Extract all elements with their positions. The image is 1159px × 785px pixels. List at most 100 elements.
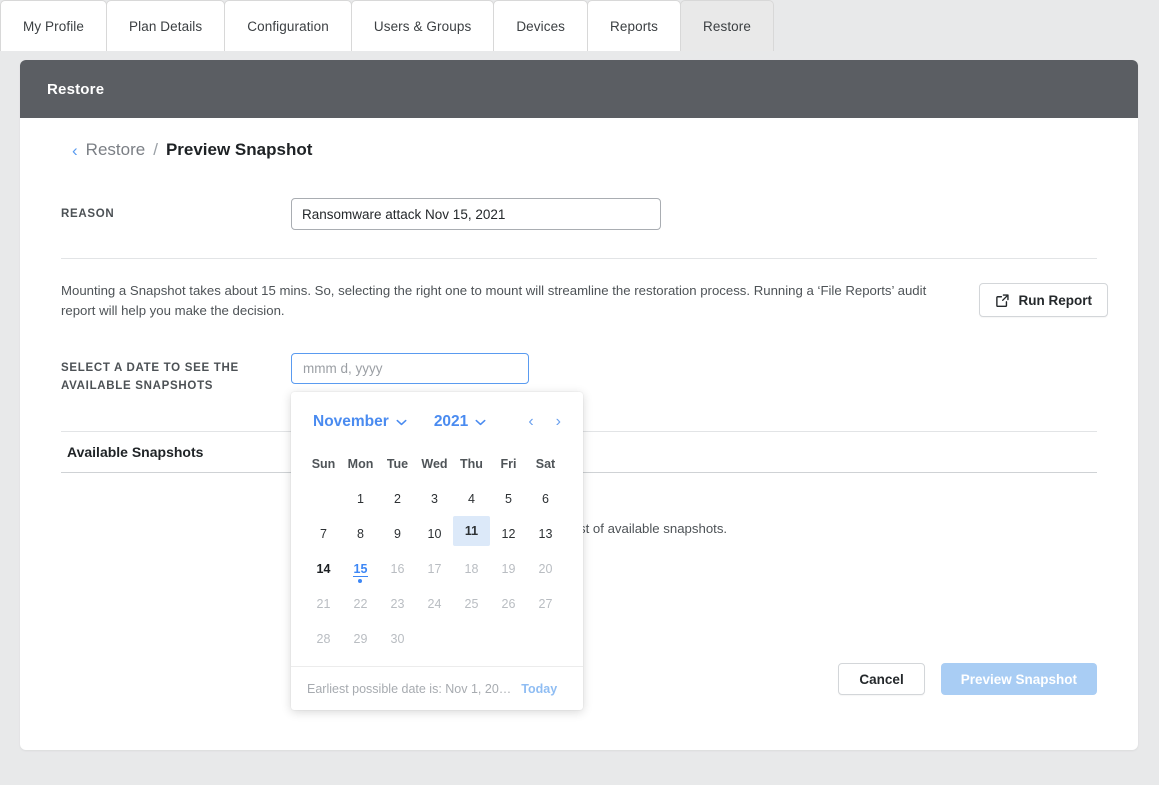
card-body: ‹ Restore / Preview Snapshot REASON Moun… — [20, 118, 1138, 536]
tab-label: Reports — [610, 19, 658, 34]
calendar-day-label: 18 — [465, 562, 479, 576]
chevron-left-icon[interactable]: ‹ — [72, 142, 78, 159]
calendar-day[interactable]: 12 — [490, 516, 527, 551]
calendar-dow-sat: Sat — [527, 446, 564, 481]
reason-row: REASON — [50, 198, 1108, 230]
calendar-day-label: 5 — [505, 492, 512, 506]
calendar-day-label: 29 — [354, 632, 368, 646]
calendar-month-dropdown[interactable]: November — [313, 413, 407, 431]
tab-users-groups[interactable]: Users & Groups — [351, 0, 494, 51]
info-text: Mounting a Snapshot takes about 15 mins.… — [61, 281, 961, 321]
calendar-day-label: 3 — [431, 492, 438, 506]
chevron-down-icon — [475, 419, 486, 426]
date-row: SELECT A DATE TO SEE THE AVAILABLE SNAPS… — [50, 353, 1108, 395]
calendar-day-label: 1 — [357, 492, 364, 506]
calendar-week-row: 28 29 30 — [305, 621, 569, 656]
calendar-day: 21 — [305, 586, 342, 621]
today-dot-marker — [358, 579, 362, 583]
calendar-day[interactable]: 4 — [453, 481, 490, 516]
tab-plan-details[interactable]: Plan Details — [106, 0, 225, 51]
tab-restore[interactable]: Restore — [680, 0, 774, 51]
tab-label: Devices — [516, 19, 565, 34]
date-picker-popup: November 2021 ‹ — [291, 392, 583, 710]
preview-snapshot-button[interactable]: Preview Snapshot — [941, 663, 1097, 695]
calendar-day[interactable]: 11 — [453, 516, 490, 546]
calendar-day: 17 — [416, 551, 453, 586]
tab-label: Configuration — [247, 19, 329, 34]
calendar-day-label: 20 — [539, 562, 553, 576]
calendar-day-label: 14 — [317, 562, 331, 576]
calendar-earliest-date-text: Earliest possible date is: Nov 1, 20… — [307, 682, 511, 696]
calendar-day-empty — [527, 621, 564, 656]
calendar-prev-month-icon[interactable]: ‹ — [528, 414, 533, 430]
calendar-week-row: 7 89 10 11 12 13 — [305, 516, 569, 551]
run-report-label: Run Report — [1019, 293, 1093, 308]
calendar-day-label: 27 — [539, 597, 553, 611]
calendar-day: 18 — [453, 551, 490, 586]
date-input-wrap: November 2021 ‹ — [291, 353, 529, 384]
calendar-dow-wed: Wed — [416, 446, 453, 481]
calendar-day[interactable]: 7 — [305, 516, 342, 551]
calendar-day-label: 7 — [320, 527, 327, 541]
calendar-day: 26 — [490, 586, 527, 621]
calendar-day-empty — [416, 621, 453, 656]
date-field-label: SELECT A DATE TO SEE THE AVAILABLE SNAPS… — [61, 353, 291, 395]
calendar-dow-sun: Sun — [305, 446, 342, 481]
calendar-day[interactable]: 8 — [342, 516, 379, 551]
tab-reports[interactable]: Reports — [587, 0, 681, 51]
calendar-today-link[interactable]: Today — [521, 682, 557, 696]
calendar-day-label: 4 — [468, 492, 475, 506]
calendar-dow-mon: Mon — [342, 446, 379, 481]
tab-label: Restore — [703, 19, 751, 34]
calendar-day[interactable]: 3 — [416, 481, 453, 516]
calendar-day[interactable]: 9 — [379, 516, 416, 551]
calendar-day[interactable]: 14 — [305, 551, 342, 586]
calendar-day[interactable]: 13 — [527, 516, 564, 551]
tab-devices[interactable]: Devices — [493, 0, 588, 51]
calendar-day-label: 2 — [394, 492, 401, 506]
calendar-day-label: 12 — [502, 527, 516, 541]
calendar-day: 27 — [527, 586, 564, 621]
calendar-dow-thu: Thu — [453, 446, 490, 481]
calendar-day-label: 22 — [354, 597, 368, 611]
reason-input[interactable] — [291, 198, 661, 230]
calendar-day-label: 17 — [428, 562, 442, 576]
calendar-day-label: 10 — [428, 527, 442, 541]
calendar-day: 24 — [416, 586, 453, 621]
calendar-day: 19 — [490, 551, 527, 586]
calendar-dow-fri: Fri — [490, 446, 527, 481]
calendar-day: 29 — [342, 621, 379, 656]
chevron-down-icon — [396, 419, 407, 426]
calendar-day-label: 19 — [502, 562, 516, 576]
calendar-day-label: 16 — [391, 562, 405, 576]
tab-label: Plan Details — [129, 19, 202, 34]
calendar-week-row: 1 2 3 4 5 6 — [305, 481, 569, 516]
calendar-day: 16 — [379, 551, 416, 586]
calendar-day[interactable]: 15 — [342, 551, 379, 586]
calendar-year-label: 2021 — [434, 413, 468, 431]
date-input[interactable] — [291, 353, 529, 384]
calendar-year-dropdown[interactable]: 2021 — [434, 413, 486, 431]
calendar-day-label: 21 — [317, 597, 331, 611]
cancel-button[interactable]: Cancel — [838, 663, 924, 695]
calendar-day-label: 15 — [354, 562, 368, 576]
calendar-day-label: 24 — [428, 597, 442, 611]
calendar-day[interactable]: 2 — [379, 481, 416, 516]
calendar-day[interactable]: 5 — [490, 481, 527, 516]
calendar-day: 23 — [379, 586, 416, 621]
calendar-day: 22 — [342, 586, 379, 621]
calendar-day[interactable]: 1 — [342, 481, 379, 516]
tab-configuration[interactable]: Configuration — [224, 0, 352, 51]
breadcrumb-parent-link[interactable]: Restore — [86, 140, 146, 160]
calendar-day[interactable]: 6 — [527, 481, 564, 516]
calendar-day-label: 11 — [465, 524, 478, 538]
calendar-day-empty — [453, 621, 490, 656]
calendar-day[interactable]: 10 — [416, 516, 453, 551]
calendar-header: November 2021 ‹ — [291, 400, 583, 444]
calendar-day-label: 28 — [317, 632, 331, 646]
calendar-day-label: 30 — [391, 632, 405, 646]
calendar-next-month-icon[interactable]: › — [556, 414, 561, 430]
calendar-week-row: 14 15 16 17 18 19 20 — [305, 551, 569, 586]
run-report-button[interactable]: Run Report — [979, 283, 1109, 317]
tab-my-profile[interactable]: My Profile — [0, 0, 107, 51]
